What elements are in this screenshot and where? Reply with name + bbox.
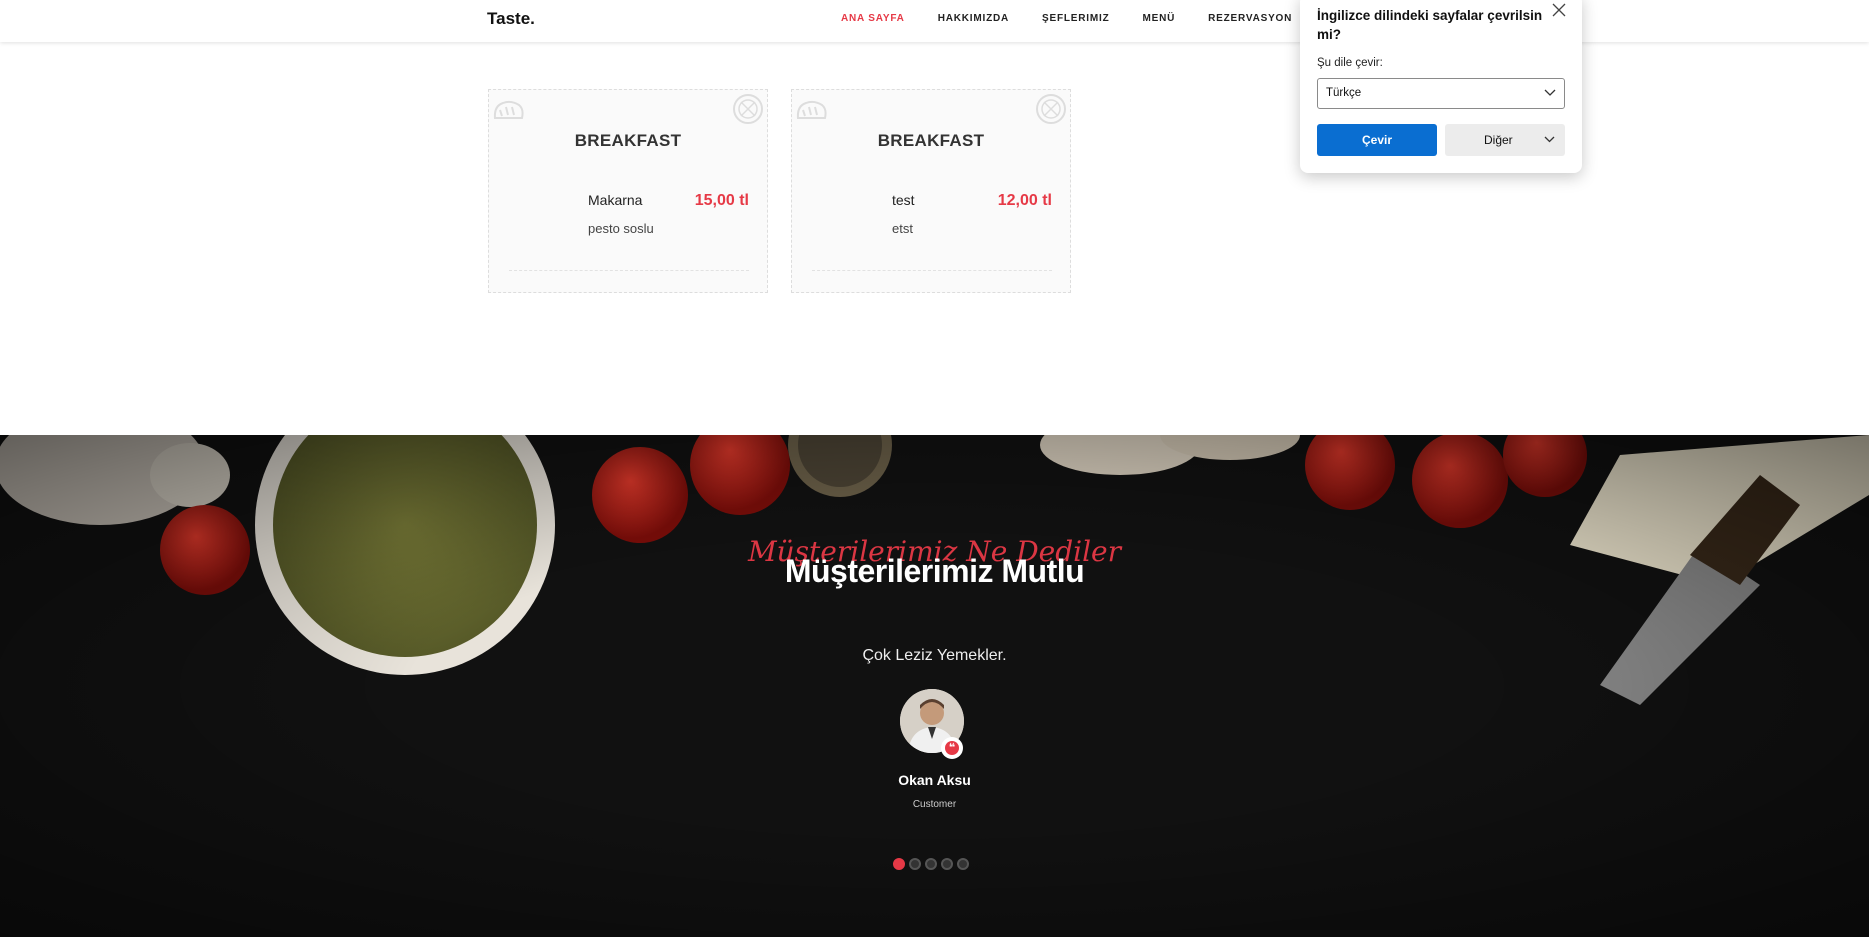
menu-item-name: test	[892, 192, 915, 208]
nav-item-about[interactable]: HAKKIMIZDA	[938, 13, 1009, 24]
popup-title: İngilizce dilindeki sayfalar çevrilsin m…	[1317, 8, 1543, 42]
chevron-down-icon	[1544, 136, 1555, 143]
menu-item-description: pesto soslu	[588, 221, 654, 236]
pizza-icon	[1036, 94, 1066, 124]
site-header: Taste. ANA SAYFA HAKKIMIZDA ŞEFLERIMIZ M…	[0, 0, 1869, 42]
bread-icon	[796, 100, 827, 119]
close-icon[interactable]	[1551, 2, 1567, 18]
card-title: BREAKFAST	[574, 131, 682, 150]
chevron-down-icon	[1544, 89, 1556, 96]
other-options-button[interactable]: Diğer	[1445, 124, 1565, 156]
testimonial-quote: Çok Leziz Yemekler.	[862, 647, 1007, 664]
bread-icon	[493, 100, 524, 119]
menu-item-name: Makarna	[588, 192, 643, 208]
pizza-icon	[733, 94, 763, 124]
card-divider	[812, 270, 1052, 271]
carousel-dot-3[interactable]	[925, 858, 937, 870]
nav-item-reservation[interactable]: REZERVASYON	[1208, 13, 1292, 24]
carousel-dot-1[interactable]	[893, 858, 905, 870]
language-label: Şu dile çevir:	[1317, 57, 1383, 69]
menu-item-price: 12,00 tl	[997, 192, 1052, 209]
card-title: BREAKFAST	[877, 131, 985, 150]
language-select[interactable]: Türkçe	[1317, 78, 1565, 109]
carousel-dot-4[interactable]	[941, 858, 953, 870]
translate-button[interactable]: Çevir	[1317, 124, 1437, 156]
testimonial-name: Okan Aksu	[898, 772, 971, 788]
carousel-dot-2[interactable]	[909, 858, 921, 870]
carousel-dots	[893, 858, 969, 870]
menu-item-price: 15,00 tl	[694, 192, 749, 209]
nav-item-home[interactable]: ANA SAYFA	[841, 13, 905, 24]
menu-item-description: etst	[892, 221, 913, 236]
card-divider	[509, 270, 749, 271]
menu-card: BREAKFAST Makarna pesto soslu 15,00 tl	[488, 89, 768, 293]
testimonial-role: Customer	[912, 799, 957, 810]
nav-item-menu[interactable]: MENÜ	[1142, 13, 1175, 24]
testimonials-section: Müşterilerimiz Ne Dediler Müşterilerimiz…	[0, 435, 1869, 937]
menu-card: BREAKFAST test etst 12,00 tl	[791, 89, 1071, 293]
other-options-label: Diğer	[1484, 133, 1513, 147]
quote-icon: ❝	[941, 737, 963, 759]
selected-language: Türkçe	[1326, 87, 1362, 99]
main-nav: ANA SAYFA HAKKIMIZDA ŞEFLERIMIZ MENÜ REZ…	[841, 13, 1325, 24]
translate-popup: İngilizce dilindeki sayfalar çevrilsin m…	[1300, 0, 1582, 173]
nav-item-chefs[interactable]: ŞEFLERIMIZ	[1042, 13, 1109, 24]
section-title: Müşterilerimiz Mutlu	[784, 553, 1085, 589]
site-logo[interactable]: Taste.	[487, 9, 535, 29]
carousel-dot-5[interactable]	[957, 858, 969, 870]
